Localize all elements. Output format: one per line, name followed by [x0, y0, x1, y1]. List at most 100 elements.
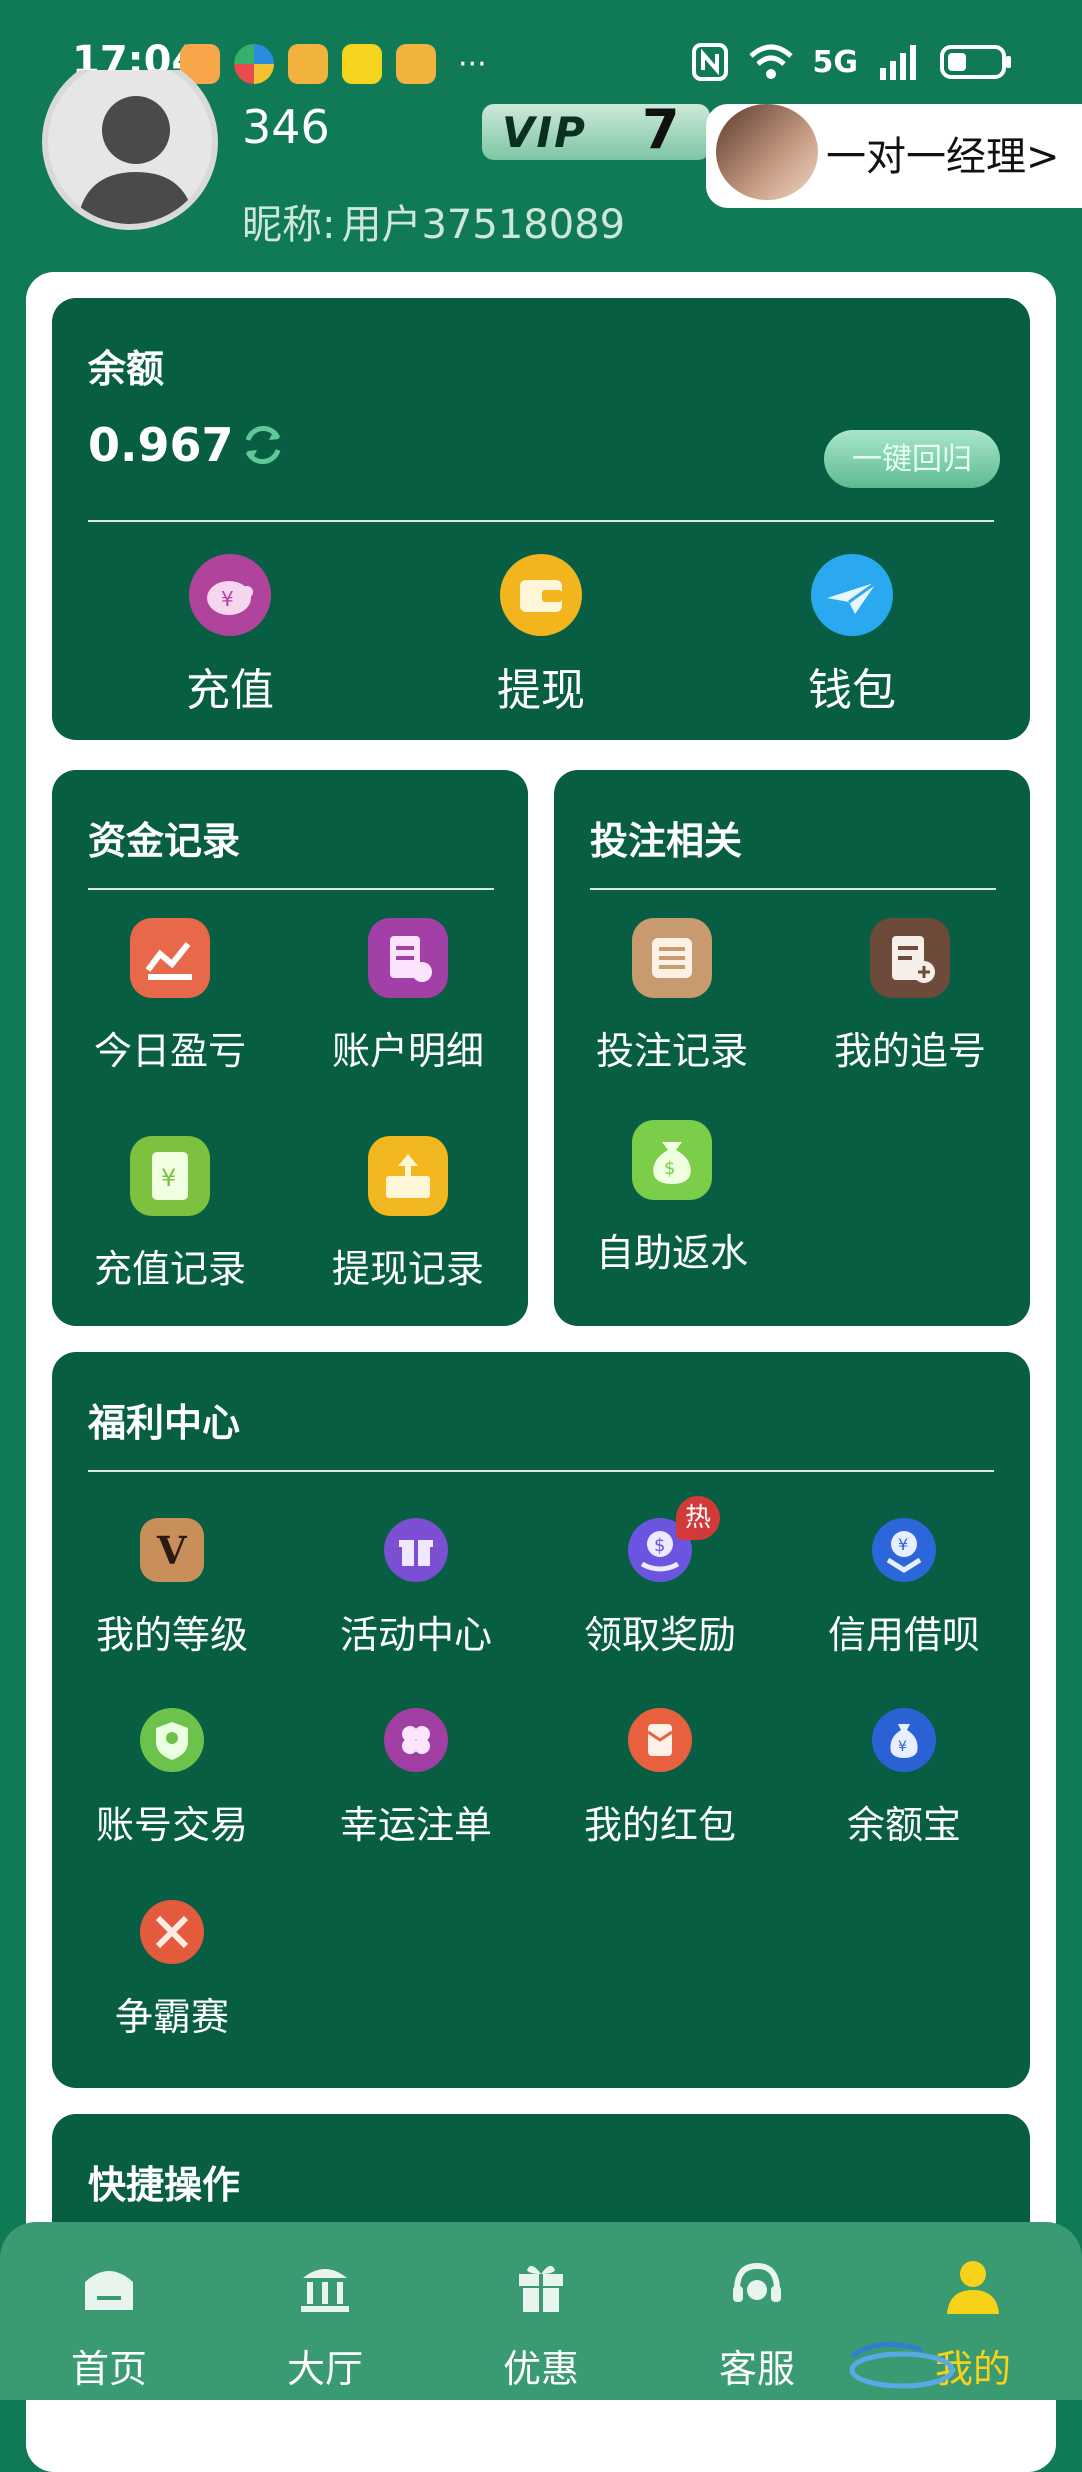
championship-button[interactable]: 争霸赛: [52, 1900, 292, 2041]
balance-title: 余额: [88, 347, 165, 391]
my-chase-label: 我的追号: [833, 1029, 986, 1073]
my-chase-button[interactable]: 我的追号: [800, 918, 1020, 1075]
svg-text:¥: ¥: [221, 587, 234, 611]
signal-icon: [880, 45, 916, 80]
battery-icon: [940, 45, 1011, 79]
self-rebate-button[interactable]: $ 自助返水: [562, 1120, 782, 1277]
recharge-button[interactable]: ¥ 充值: [145, 554, 315, 718]
wallet-icon: [500, 554, 582, 636]
svg-text:¥: ¥: [898, 1535, 908, 1554]
paper-plane-icon: [811, 554, 893, 636]
account-trade-button[interactable]: 账号交易: [52, 1708, 292, 1849]
my-level-label: 我的等级: [95, 1613, 248, 1657]
v-level-icon: V: [140, 1518, 204, 1582]
my-level-button[interactable]: V 我的等级: [52, 1518, 292, 1659]
svg-text:¥: ¥: [898, 1739, 907, 1755]
weibo-icon: [396, 44, 436, 84]
divider: [88, 888, 494, 890]
refresh-icon[interactable]: [238, 420, 288, 470]
credit-loan-button[interactable]: ¥ 信用借呗: [784, 1518, 1024, 1659]
wallet-button[interactable]: 钱包: [767, 554, 937, 718]
yen-shield-icon: ¥: [872, 1518, 936, 1582]
nav-hall-label: 大厅: [286, 2347, 363, 2391]
watermark-logo: [842, 2336, 1082, 2396]
withdraw-records-label: 提现记录: [331, 1247, 484, 1291]
withdraw-records-button[interactable]: 提现记录: [298, 1136, 518, 1293]
balance-treasure-button[interactable]: ¥ 余额宝: [784, 1708, 1024, 1849]
fund-records-title: 资金记录: [88, 819, 241, 863]
welfare-title: 福利中心: [88, 1401, 241, 1445]
championship-label: 争霸赛: [114, 1995, 229, 2039]
weibo-icon: [288, 44, 328, 84]
vip-badge[interactable]: VIP 7: [482, 98, 710, 161]
vip-label: VIP: [502, 108, 587, 157]
account-details-label: 账户明细: [331, 1029, 484, 1073]
activity-center-label: 活动中心: [339, 1613, 492, 1657]
clipboard-icon: [368, 918, 448, 998]
balance-treasure-label: 余额宝: [846, 1803, 961, 1847]
money-bag-icon: $: [632, 1120, 712, 1200]
divider: [590, 888, 996, 890]
home-icon: [85, 2271, 133, 2310]
nav-promotions[interactable]: 优惠: [466, 2256, 616, 2393]
today-profit-loss-button[interactable]: 今日盈亏: [60, 918, 280, 1075]
account-shield-icon: [140, 1708, 204, 1772]
hot-badge: 热: [676, 1496, 720, 1540]
fund-records-card: 资金记录 今日盈亏 账户明细 ¥ 充值记录 提现记录: [52, 770, 528, 1326]
svg-text:¥: ¥: [161, 1164, 176, 1192]
nickname-label: 昵称:: [242, 202, 336, 248]
claim-rewards-button[interactable]: $ 热 领取奖励: [540, 1496, 780, 1659]
bet-records-label: 投注记录: [595, 1029, 748, 1073]
piggy-bank-icon: ¥: [189, 554, 271, 636]
nav-promotions-label: 优惠: [502, 2347, 579, 2391]
vip-level: 7: [642, 98, 680, 161]
my-red-envelope-label: 我的红包: [583, 1803, 736, 1847]
nickname: 昵称: 用户37518089: [242, 192, 625, 250]
recharge-label: 充值: [186, 665, 274, 716]
swords-icon: [140, 1900, 204, 1964]
welfare-card: 福利中心 V 我的等级 活动中心 $ 热 领取奖励 ¥ 信用借呗 账号交易 幸运…: [52, 1352, 1030, 2088]
bet-records-button[interactable]: 投注记录: [562, 918, 782, 1075]
app-notification-icon: [234, 44, 274, 84]
betting-card: 投注相关 投注记录 我的追号 $ 自助返水: [554, 770, 1030, 1326]
account-trade-label: 账号交易: [95, 1803, 248, 1847]
lucky-bet-button[interactable]: 幸运注单: [296, 1708, 536, 1849]
headset-icon: [733, 2262, 781, 2302]
wifi-icon: [748, 44, 793, 79]
app-notification-icon: [342, 44, 382, 84]
account-details-button[interactable]: 账户明细: [298, 918, 518, 1075]
clover-icon: [384, 1708, 448, 1772]
balance-value: 0.967: [88, 418, 234, 472]
one-click-return-button[interactable]: 一键回归: [824, 430, 1000, 488]
svg-text:$: $: [654, 1535, 665, 1556]
divider: [88, 1470, 994, 1472]
withdraw-button[interactable]: 提现: [456, 554, 626, 718]
user-number: 346: [242, 100, 330, 154]
manager-photo: [716, 104, 818, 200]
wallet-label: 钱包: [808, 665, 896, 716]
svg-text:$: $: [664, 1158, 675, 1179]
claim-rewards-label: 领取奖励: [583, 1613, 736, 1657]
recharge-records-button[interactable]: ¥ 充值记录: [60, 1136, 280, 1293]
lucky-bet-label: 幸运注单: [339, 1803, 492, 1847]
today-profit-loss-label: 今日盈亏: [93, 1029, 246, 1073]
user-avatar[interactable]: [42, 70, 218, 230]
dollar-hand-icon: $ 热: [628, 1496, 720, 1582]
activity-center-button[interactable]: 活动中心: [296, 1518, 536, 1659]
manager-contact-button[interactable]: 一对一经理>: [706, 104, 1082, 208]
hall-icon: [301, 2269, 349, 2312]
doc-add-icon: [870, 918, 950, 998]
balance-card: 余额 0.967 一键回归 ¥ 充值 提现 钱包: [52, 298, 1030, 740]
yen-card-icon: ¥: [130, 1136, 210, 1216]
withdraw-label: 提现: [497, 665, 585, 716]
credit-loan-label: 信用借呗: [827, 1613, 980, 1657]
nav-home[interactable]: 首页: [34, 2256, 184, 2393]
status-right: 5G: [691, 42, 1013, 82]
user-icon: [947, 2261, 999, 2314]
my-red-envelope-button[interactable]: 我的红包: [540, 1708, 780, 1849]
nav-hall[interactable]: 大厅: [250, 2256, 400, 2393]
nickname-value: 用户37518089: [341, 202, 626, 248]
red-envelope-icon: [628, 1708, 692, 1772]
self-rebate-label: 自助返水: [595, 1231, 748, 1275]
nav-customer-service[interactable]: 客服: [682, 2256, 832, 2393]
